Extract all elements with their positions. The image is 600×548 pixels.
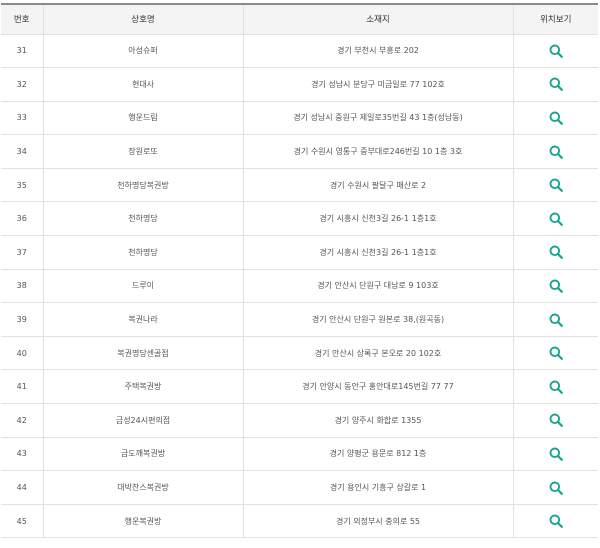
store-number: 44 [1,470,44,505]
store-name: 천하명당 [43,235,244,270]
location-cell [513,34,598,69]
store-address: 경기 시흥시 신천3길 26-1 1층1호 [243,201,514,237]
store-name: 복권명당센골점 [43,336,244,371]
table-row: 39 복권나라 경기 안산시 단원구 원본로 38,(원곡동) [1,302,598,337]
search-icon[interactable] [549,481,563,495]
location-cell [513,269,598,304]
table-header: 번호 상호명 소재지 위치보기 [1,4,598,35]
store-address: 경기 성남시 중원구 제일로35번길 43 1층(성남동) [243,101,514,136]
table-row: 45 행운복권방 경기 의정부시 충의로 55 [1,504,598,539]
store-name: 드루이 [43,269,244,304]
store-name: 복권나라 [43,302,244,337]
table-row: 37 천하명당 경기 시흥시 신천3길 26-1 1층1호 [1,235,598,270]
store-name: 금도깨복권방 [43,437,244,472]
search-icon[interactable] [549,413,563,428]
search-icon[interactable] [549,313,563,327]
location-cell [513,101,598,136]
store-number: 31 [1,34,44,69]
location-cell [513,336,598,371]
search-icon[interactable] [549,77,563,92]
store-address: 경기 양평군 용문로 812 1층 [243,437,514,472]
search-icon[interactable] [549,245,563,260]
search-icon[interactable] [549,212,563,226]
location-cell [513,403,598,438]
table-row: 38 드루이 경기 안산시 단원구 대남로 9 103호 [1,269,598,304]
store-number: 41 [1,369,44,405]
store-number: 40 [1,336,44,371]
store-address: 경기 안양시 동안구 홍안대로145번길 77 77 [243,369,514,405]
table-row: 43 금도깨복권방 경기 양평군 용문로 812 1층 [1,437,598,472]
table-row: 35 천하명당복권방 경기 수원시 팔달구 매산로 2 [1,168,598,203]
store-number: 42 [1,403,44,438]
search-icon[interactable] [549,111,563,125]
header-row: 번호 상호명 소재지 위치보기 [1,4,598,35]
location-cell [513,437,598,472]
store-number: 34 [1,134,44,169]
table-row: 42 금성24시편의점 경기 양주시 화합로 1355 [1,403,598,438]
table-row: 34 장원로또 경기 수원시 영통구 중부대로246번길 10 1층 3호 [1,134,598,169]
store-address: 경기 안산시 단원구 원본로 38,(원곡동) [243,302,514,337]
store-number: 39 [1,302,44,337]
store-number: 36 [1,201,44,237]
location-cell [513,369,598,405]
table-row: 44 대박찬스복권방 경기 용인시 기흥구 상갈로 1 [1,470,598,505]
store-number: 35 [1,168,44,203]
table-row: 32 현대사 경기 성남시 분당구 미금일로 77 102호 [1,67,598,102]
store-number: 32 [1,67,44,102]
store-name: 아성슈퍼 [43,34,244,69]
search-icon[interactable] [549,380,563,394]
store-number: 37 [1,235,44,270]
store-table: 번호 상호명 소재지 위치보기 31 아성슈퍼 경기 부천시 부흥로 202 32 현대… [1,3,598,539]
store-number: 43 [1,437,44,472]
location-cell [513,201,598,237]
store-address: 경기 수원시 팔달구 매산로 2 [243,168,514,203]
location-cell [513,302,598,337]
location-cell [513,470,598,505]
header-name: 상호명 [43,4,244,35]
store-name: 대박찬스복권방 [43,470,244,505]
table-row: 33 행운드림 경기 성남시 중원구 제일로35번길 43 1층(성남동) [1,101,598,136]
table-row: 40 복권명당센골점 경기 안산시 상록구 본오로 20 102호 [1,336,598,371]
store-address: 경기 용인시 기흥구 상갈로 1 [243,470,514,505]
store-name: 장원로또 [43,134,244,169]
store-name: 행운드림 [43,101,244,136]
table-body: 31 아성슈퍼 경기 부천시 부흥로 202 32 현대사 경기 성남시 분당구 미금일로… [1,34,598,539]
search-icon[interactable] [549,447,563,461]
location-cell [513,504,598,539]
search-icon[interactable] [549,514,563,529]
header-location: 위치보기 [513,4,598,35]
search-icon[interactable] [549,279,563,293]
store-number: 33 [1,101,44,136]
search-icon[interactable] [549,178,563,193]
store-address: 경기 안산시 상록구 본오로 20 102호 [243,336,514,371]
header-address: 소재지 [243,4,514,35]
location-cell [513,235,598,270]
location-cell [513,67,598,102]
store-address: 경기 수원시 영통구 중부대로246번길 10 1층 3호 [243,134,514,169]
table-row: 31 아성슈퍼 경기 부천시 부흥로 202 [1,34,598,69]
store-name: 현대사 [43,67,244,102]
lottery-store-list: 번호 상호명 소재지 위치보기 31 아성슈퍼 경기 부천시 부흥로 202 32 현대… [0,3,600,548]
store-address: 경기 부천시 부흥로 202 [243,34,514,69]
search-icon[interactable] [549,145,563,159]
header-number: 번호 [1,4,44,35]
store-address: 경기 양주시 화합로 1355 [243,403,514,438]
store-name: 주택복권방 [43,369,244,405]
location-cell [513,168,598,203]
table-row: 36 천하명당 경기 시흥시 신천3길 26-1 1층1호 [1,201,598,237]
store-number: 38 [1,269,44,304]
store-address: 경기 시흥시 신천3길 26-1 1층1호 [243,235,514,270]
store-address: 경기 안산시 단원구 대남로 9 103호 [243,269,514,304]
store-name: 천하명당 [43,201,244,237]
store-address: 경기 성남시 분당구 미금일로 77 102호 [243,67,514,102]
search-icon[interactable] [549,346,563,361]
store-number: 45 [1,504,44,539]
location-cell [513,134,598,169]
store-name: 행운복권방 [43,504,244,539]
store-name: 천하명당복권방 [43,168,244,203]
table-row: 41 주택복권방 경기 안양시 동안구 홍안대로145번길 77 77 [1,369,598,405]
store-address: 경기 의정부시 충의로 55 [243,504,514,539]
search-icon[interactable] [549,44,563,58]
store-name: 금성24시편의점 [43,403,244,438]
